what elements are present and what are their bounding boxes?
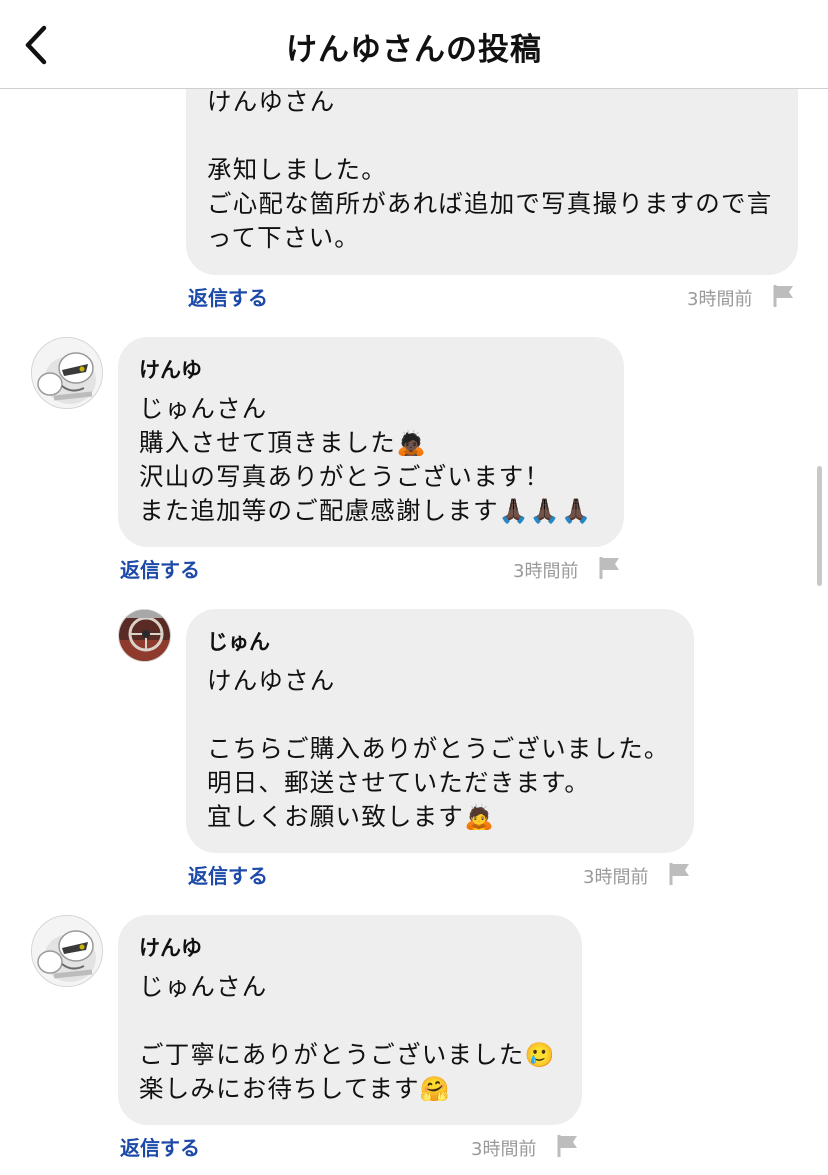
user-avatar-jun[interactable]: [118, 609, 171, 662]
comment-text-part: じゅんさん ご丁寧にありがとうございました: [139, 972, 525, 1069]
comment-text-part: けんゆさん こちらご購入ありがとうございました。 明日、郵送させていただきます。…: [207, 666, 670, 831]
bowing-emoji: 🙇: [464, 803, 496, 831]
report-flag-icon[interactable]: [773, 284, 795, 308]
comment-author: けんゆ: [139, 936, 202, 960]
comment-text-part: じゅんさん 購入させて頂きました: [139, 394, 396, 457]
comment-author: じゅん: [207, 630, 270, 654]
header-bar: けんゆさんの投稿: [0, 0, 828, 89]
bowing-emoji: 🙇🏿: [396, 429, 428, 457]
comment-timestamp: 3時間前: [471, 1139, 537, 1160]
reply-button[interactable]: 返信する: [188, 282, 268, 311]
comment-timestamp: 3時間前: [687, 289, 753, 310]
praying-hands-emoji: 🙏🏿🙏🏿🙏🏿: [498, 497, 593, 525]
user-avatar-kenyu[interactable]: [31, 337, 103, 409]
smiling-tear-emoji: 🥲: [524, 1041, 556, 1069]
comment-timestamp: 3時間前: [513, 561, 579, 582]
comment-bubble: じゅん けんゆさん こちらご購入ありがとうございました。 明日、郵送させていただ…: [186, 609, 694, 853]
comment-text-part: 沢山の写真ありがとうございます！ また追加等のご配慮感謝します: [139, 462, 551, 525]
page-title: けんゆさんの投稿: [286, 32, 542, 68]
comment-bubble: けんゆ じゅんさん ご丁寧にありがとうございました🥲 楽しみにお待ちしてます🤗: [118, 915, 582, 1125]
report-flag-icon[interactable]: [669, 862, 691, 886]
comment-author: けんゆ: [139, 358, 202, 382]
reply-button[interactable]: 返信する: [120, 1132, 200, 1161]
user-avatar-kenyu[interactable]: [31, 915, 103, 987]
comment-text: じゅんさん 購入させて頂きました🙇🏿 沢山の写真ありがとうございます！ また追加…: [139, 392, 592, 528]
hugging-face-emoji: 🤗: [419, 1075, 451, 1103]
comment-bubble: けんゆさん 承知しました。 ご心配な箇所があれば追加で写真撮りますので言 って下…: [186, 60, 798, 275]
report-flag-icon[interactable]: [599, 556, 621, 580]
reply-button[interactable]: 返信する: [188, 860, 268, 889]
comment-bubble: けんゆ じゅんさん 購入させて頂きました🙇🏿 沢山の写真ありがとうございます！ …: [118, 337, 624, 547]
comment-text: じゅんさん ご丁寧にありがとうございました🥲 楽しみにお待ちしてます🤗: [139, 970, 556, 1106]
reply-button[interactable]: 返信する: [120, 554, 200, 583]
comment-timestamp: 3時間前: [583, 867, 649, 888]
comment-text: けんゆさん 承知しました。 ご心配な箇所があれば追加で写真撮りますので言 って下…: [207, 87, 773, 252]
scrollbar[interactable]: [817, 466, 822, 586]
report-flag-icon[interactable]: [557, 1134, 579, 1158]
comment-text-part: 楽しみにお待ちしてます: [139, 1074, 420, 1103]
comment-text: けんゆさん こちらご購入ありがとうございました。 明日、郵送させていただきます。…: [207, 664, 670, 834]
